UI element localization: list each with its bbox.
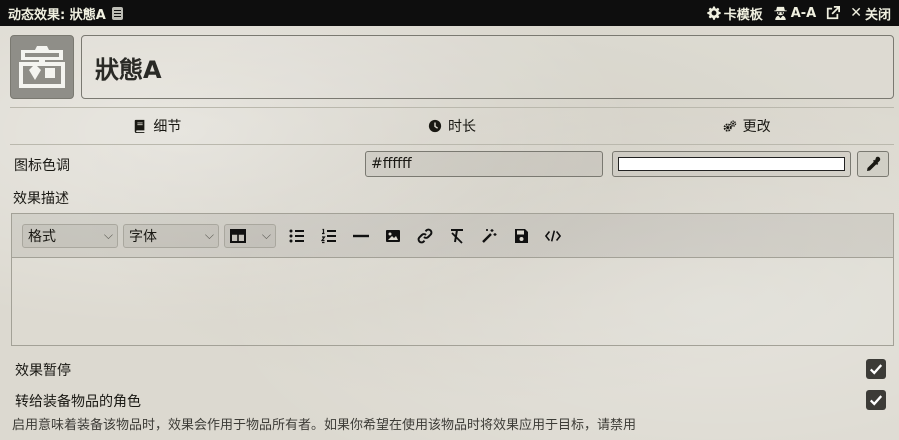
external-link-icon [827, 6, 841, 20]
window-title: 动态效果: 狀態A [8, 4, 707, 23]
font-select-label: 字体 [129, 228, 157, 245]
gear-icon [707, 6, 721, 20]
save-icon [515, 228, 528, 243]
effect-name-input[interactable]: 狀態A [81, 35, 894, 99]
tab-changes-label: 更改 [742, 119, 771, 135]
link-icon [417, 228, 433, 243]
icon-tint-label: 图标色调 [14, 158, 70, 174]
tab-details[interactable]: 细节 [10, 116, 305, 136]
editor-toolbar: 格式 ⌵ 字体 ⌵ ⌵ [12, 214, 893, 258]
insert-image-button[interactable] [377, 224, 409, 248]
font-select[interactable]: 字体 ⌵ [123, 223, 219, 248]
horizontal-rule-icon [353, 234, 369, 237]
icon-tint-swatch [618, 157, 845, 171]
description-label: 效果描述 [13, 191, 69, 207]
effect-image[interactable] [10, 35, 74, 99]
horizontal-rule-button[interactable] [345, 224, 377, 248]
editor-content[interactable] [12, 258, 893, 345]
icon-tint-input[interactable] [365, 151, 603, 177]
transfer-checkbox[interactable] [866, 390, 886, 410]
chevron-down-icon: ⌵ [204, 228, 214, 242]
code-icon [545, 229, 561, 242]
save-button[interactable] [505, 224, 537, 248]
user-secret-icon [774, 6, 787, 20]
tab-changes[interactable]: 更改 [599, 116, 894, 136]
bullet-list-button[interactable] [281, 224, 313, 248]
insert-link-button[interactable] [409, 224, 441, 248]
magic-wand-icon [482, 228, 497, 243]
active-effect-config-window: 动态效果: 狀態A 卡模板 A-A ✕ 关闭 狀態A 细节 时长 更改 图标色调… [0, 0, 899, 440]
treasure-chest-icon [19, 46, 65, 88]
bullet-list-icon [289, 229, 304, 242]
table-select[interactable]: ⌵ [224, 223, 276, 248]
close-icon: ✕ [850, 5, 862, 21]
window-title-text: 动态效果: 狀態A [8, 7, 106, 23]
header-controls: 卡模板 A-A ✕ 关闭 [707, 4, 891, 23]
transfer-label: 转给装备物品的角色 [15, 394, 141, 410]
image-icon [386, 229, 400, 242]
book-icon [135, 119, 145, 133]
sheet-config-label: 卡模板 [723, 7, 763, 23]
chevron-down-icon: ⌵ [261, 228, 271, 242]
clear-format-icon [451, 228, 463, 244]
ordered-list-icon [321, 228, 336, 243]
table-icon [230, 228, 246, 243]
window-header[interactable]: 动态效果: 狀態A 卡模板 A-A ✕ 关闭 [0, 0, 899, 26]
suspended-checkbox[interactable] [866, 359, 886, 379]
sheet-config-button[interactable]: 卡模板 [707, 4, 763, 23]
source-code-button[interactable] [537, 224, 569, 248]
icon-tint-color-picker[interactable] [612, 151, 851, 177]
chevron-down-icon: ⌵ [103, 228, 113, 242]
ordered-list-button[interactable] [313, 224, 345, 248]
tab-details-label: 细节 [153, 119, 182, 135]
uuid-label: A-A [790, 5, 817, 21]
format-select[interactable]: 格式 ⌵ [22, 223, 118, 248]
description-editor: 格式 ⌵ 字体 ⌵ ⌵ [11, 213, 894, 346]
eyedropper-button[interactable] [857, 151, 889, 177]
clear-formatting-button[interactable] [441, 224, 473, 248]
document-icon[interactable] [111, 6, 123, 20]
format-select-label: 格式 [28, 228, 56, 245]
cogs-icon [723, 120, 736, 132]
magic-wand-button[interactable] [473, 224, 505, 248]
close-button[interactable]: ✕ 关闭 [850, 4, 891, 23]
checkmark-icon [869, 395, 883, 406]
checkmark-icon [869, 364, 883, 375]
tab-duration[interactable]: 时长 [305, 116, 600, 136]
transfer-hint: 启用意味着装备该物品时，效果会作用于物品所有者。如果你希望在使用该物品时将效果应… [12, 418, 637, 433]
sheet-tabs: 细节 时长 更改 [10, 107, 894, 145]
uuid-button[interactable]: A-A [773, 5, 817, 21]
eyedropper-icon [867, 156, 881, 171]
tab-duration-label: 时长 [448, 119, 476, 135]
clock-icon [428, 119, 442, 133]
close-label: 关闭 [864, 7, 891, 23]
suspended-label: 效果暂停 [15, 363, 71, 379]
popout-button[interactable] [826, 6, 841, 20]
